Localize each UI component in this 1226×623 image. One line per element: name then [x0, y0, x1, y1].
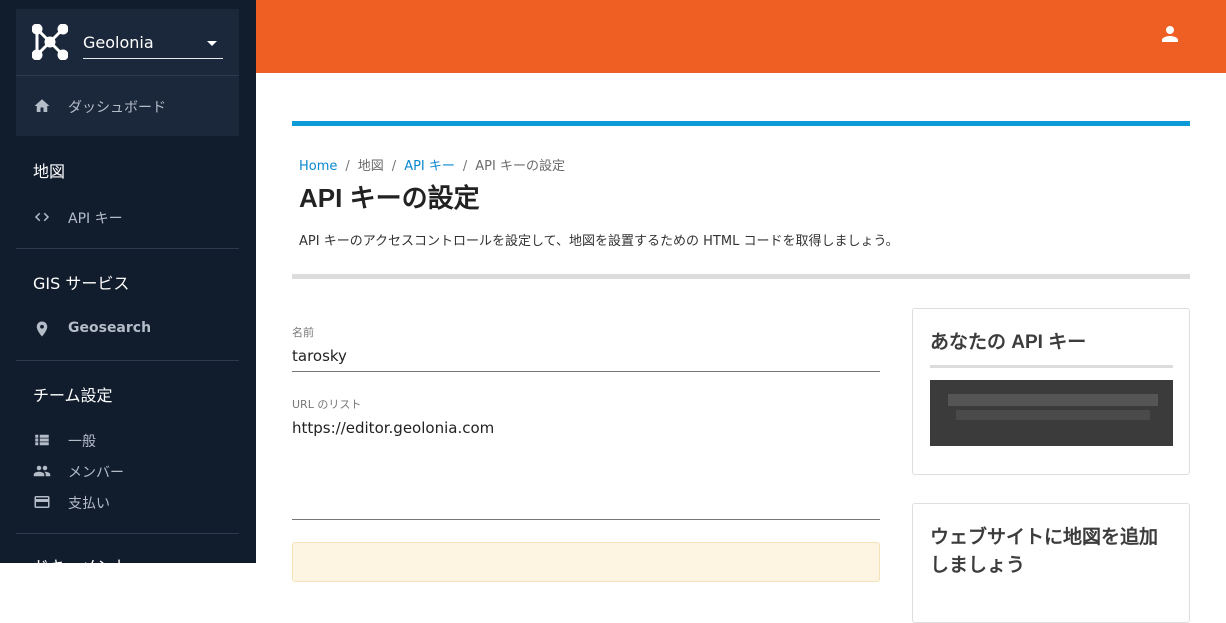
sidebar-item-geosearch[interactable]: Geosearch: [0, 315, 256, 343]
workspace-panel: Geolonia ダッシュボード: [16, 9, 239, 136]
workspace-select[interactable]: Geolonia: [83, 31, 223, 59]
geolonia-logo-icon: [32, 24, 68, 60]
api-key-card: あなたの API キー: [912, 308, 1190, 475]
chevron-down-icon: [207, 41, 217, 46]
sidebar-item-dashboard[interactable]: ダッシュボード: [16, 89, 239, 123]
section-title-map: 地図: [33, 162, 66, 181]
divider: [16, 360, 239, 361]
breadcrumb-current: API キーの設定: [475, 159, 565, 174]
name-field-underline: [292, 371, 880, 372]
url-list-label: URL のリスト: [292, 398, 362, 411]
section-title-gis: GIS サービス: [33, 274, 130, 293]
location-pin-icon: [36, 321, 48, 337]
sidebar-item-members[interactable]: メンバー: [0, 457, 256, 485]
embed-map-card: ウェブサイトに地図を追加しましょう: [912, 503, 1190, 623]
section-title-docs: ドキュメント: [33, 553, 129, 563]
redacted-key-blur: [948, 394, 1158, 406]
card-title: ウェブサイトに地図を追加しましょう: [930, 527, 1159, 576]
sidebar-item-label: Geosearch: [68, 320, 152, 336]
name-field-label: 名前: [292, 326, 314, 339]
sidebar-item-api-keys[interactable]: API キー: [0, 203, 256, 231]
page-title: API キーの設定: [299, 183, 480, 213]
home-icon: [34, 99, 50, 112]
account-icon[interactable]: [1158, 22, 1182, 46]
section-title-team: チーム設定: [33, 386, 113, 405]
divider: [16, 248, 239, 249]
notice-box: [292, 542, 880, 582]
people-icon: [33, 465, 51, 477]
code-icon: [34, 212, 50, 222]
workspace-name: Geolonia: [83, 33, 154, 52]
divider: [930, 365, 1173, 368]
url-list-underline: [292, 519, 880, 520]
breadcrumb-home-link[interactable]: Home: [299, 159, 337, 174]
sidebar-item-label: ダッシュボード: [68, 100, 166, 116]
progress-bar: [292, 121, 1190, 126]
divider: [16, 533, 239, 534]
page-description: API キーのアクセスコントロールを設定して、地図を設置するための HTML コ…: [299, 234, 899, 249]
breadcrumb: Home / 地図 / API キー / API キーの設定: [299, 159, 565, 174]
card-title: あなたの API キー: [930, 332, 1087, 353]
divider: [292, 274, 1190, 279]
sidebar-item-label: API キー: [68, 211, 123, 227]
sidebar-item-label: メンバー: [68, 465, 124, 481]
breadcrumb-api-keys-link[interactable]: API キー: [404, 159, 455, 174]
divider: [16, 75, 239, 76]
breadcrumb-map: 地図: [357, 159, 384, 174]
redacted-key-blur: [956, 410, 1150, 420]
sidebar-item-general[interactable]: 一般: [0, 426, 256, 454]
main-content: Home / 地図 / API キー / API キーの設定 API キーの設定 API キ…: [256, 73, 1226, 623]
sidebar: Geolonia ダッシュボード 地図 API キー GIS サービス Geos…: [0, 0, 256, 563]
top-app-bar: [256, 0, 1226, 73]
list-icon: [35, 434, 49, 446]
sidebar-item-label: 一般: [68, 434, 96, 450]
url-list-field[interactable]: https://editor.geolonia.com: [292, 419, 880, 519]
sidebar-item-label: 支払い: [68, 496, 110, 512]
credit-card-icon: [34, 496, 50, 508]
sidebar-item-billing[interactable]: 支払い: [0, 488, 256, 516]
name-field[interactable]: tarosky: [292, 347, 880, 371]
api-key-value[interactable]: [930, 380, 1173, 446]
